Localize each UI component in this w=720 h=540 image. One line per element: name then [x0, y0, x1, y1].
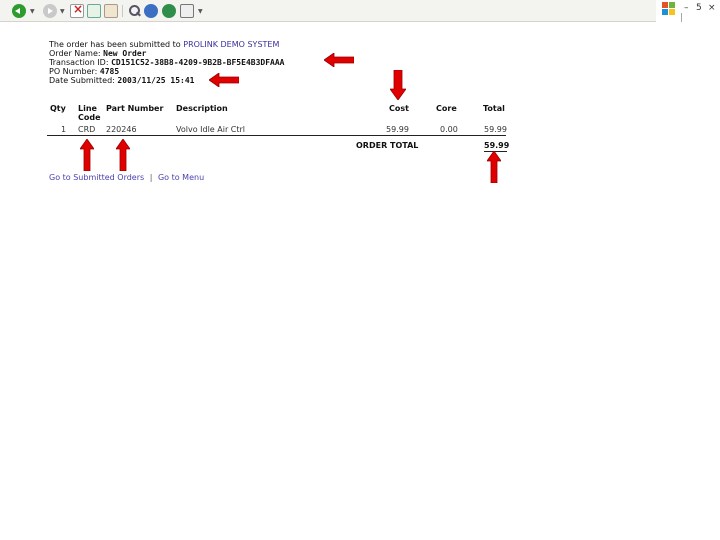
confirmation-message: The order has been submitted to PROLINK … [49, 40, 279, 49]
row-core: 0.00 [440, 125, 458, 134]
transaction-id-value: CD151C52-38B8-4209-9B2B-BF5E4B3DFAAA [111, 58, 285, 67]
order-name-line: Order Name: New Order [49, 49, 146, 58]
arrow-up-icon [116, 139, 130, 171]
row-qty: 1 [61, 125, 67, 134]
date-submitted-label: Date Submitted: [49, 76, 118, 85]
order-name-label: Order Name: [49, 49, 104, 58]
header-part-number: Part Number [106, 104, 164, 113]
back-icon[interactable] [12, 4, 26, 18]
arrow-up-icon [80, 139, 94, 171]
arrow-up-icon [487, 151, 501, 183]
navigation-links: Go to Submitted Orders | Go to Menu [49, 173, 204, 182]
po-number-value: 4785 [99, 67, 120, 76]
back-dropdown-icon[interactable]: ▼ [30, 8, 35, 15]
po-number-line: PO Number: 4785 [49, 67, 119, 76]
forward-dropdown-icon[interactable]: ▼ [60, 8, 65, 15]
row-cost: 59.99 [386, 125, 409, 134]
order-total-value: 59.99 [484, 141, 510, 150]
row-description: Volvo Idle Air Ctrl [176, 125, 246, 134]
confirmation-intro: The order has been submitted to [49, 40, 184, 49]
search-icon[interactable] [127, 4, 141, 18]
arrow-left-icon [209, 73, 239, 87]
header-total: Total [483, 104, 505, 113]
favorites-icon[interactable] [144, 4, 158, 18]
minimize-button[interactable]: – [684, 3, 689, 13]
header-line-code-1: Line [78, 104, 97, 113]
forward-icon[interactable] [43, 4, 57, 18]
windows-logo-icon [662, 2, 676, 16]
order-total-label: ORDER TOTAL [356, 141, 419, 150]
arrow-left-icon [324, 53, 354, 67]
header-core: Core [436, 104, 457, 113]
refresh-icon[interactable] [87, 4, 101, 18]
total-divider [47, 135, 506, 136]
header-description: Description [176, 104, 228, 113]
date-submitted-line: Date Submitted: 2003/11/25 15:41 [49, 76, 194, 85]
menu-link[interactable]: Go to Menu [158, 173, 204, 182]
link-separator: | [149, 173, 153, 182]
header-qty: Qty [50, 104, 66, 113]
submitted-orders-link[interactable]: Go to Submitted Orders [49, 173, 144, 182]
row-part-number: 220246 [106, 125, 137, 134]
mail-dropdown-icon[interactable]: ▼ [198, 8, 203, 15]
po-number-label: PO Number: [49, 67, 100, 76]
transaction-id-label: Transaction ID: [49, 58, 112, 67]
close-button[interactable]: × [708, 3, 716, 13]
system-name: PROLINK DEMO SYSTEM [183, 40, 280, 49]
row-line-code: CRD [78, 125, 96, 134]
row-total: 59.99 [484, 125, 507, 134]
toolbar-separator [122, 5, 123, 17]
transaction-id-line: Transaction ID: CD151C52-38B8-4209-9B2B-… [49, 58, 284, 67]
arrow-down-icon [390, 70, 406, 100]
header-cost: Cost [389, 104, 409, 113]
header-line-code-2: Code [78, 113, 101, 122]
history-icon[interactable] [162, 4, 176, 18]
home-icon[interactable] [104, 4, 118, 18]
mail-icon[interactable] [180, 4, 194, 18]
stop-icon[interactable] [70, 2, 84, 18]
order-name-value: New Order [103, 49, 147, 58]
address-area [681, 13, 720, 22]
browser-toolbar: ▼ ▼ ▼ [0, 0, 656, 22]
date-submitted-value: 2003/11/25 15:41 [117, 76, 195, 85]
restore-button[interactable]: 5 [696, 3, 702, 13]
